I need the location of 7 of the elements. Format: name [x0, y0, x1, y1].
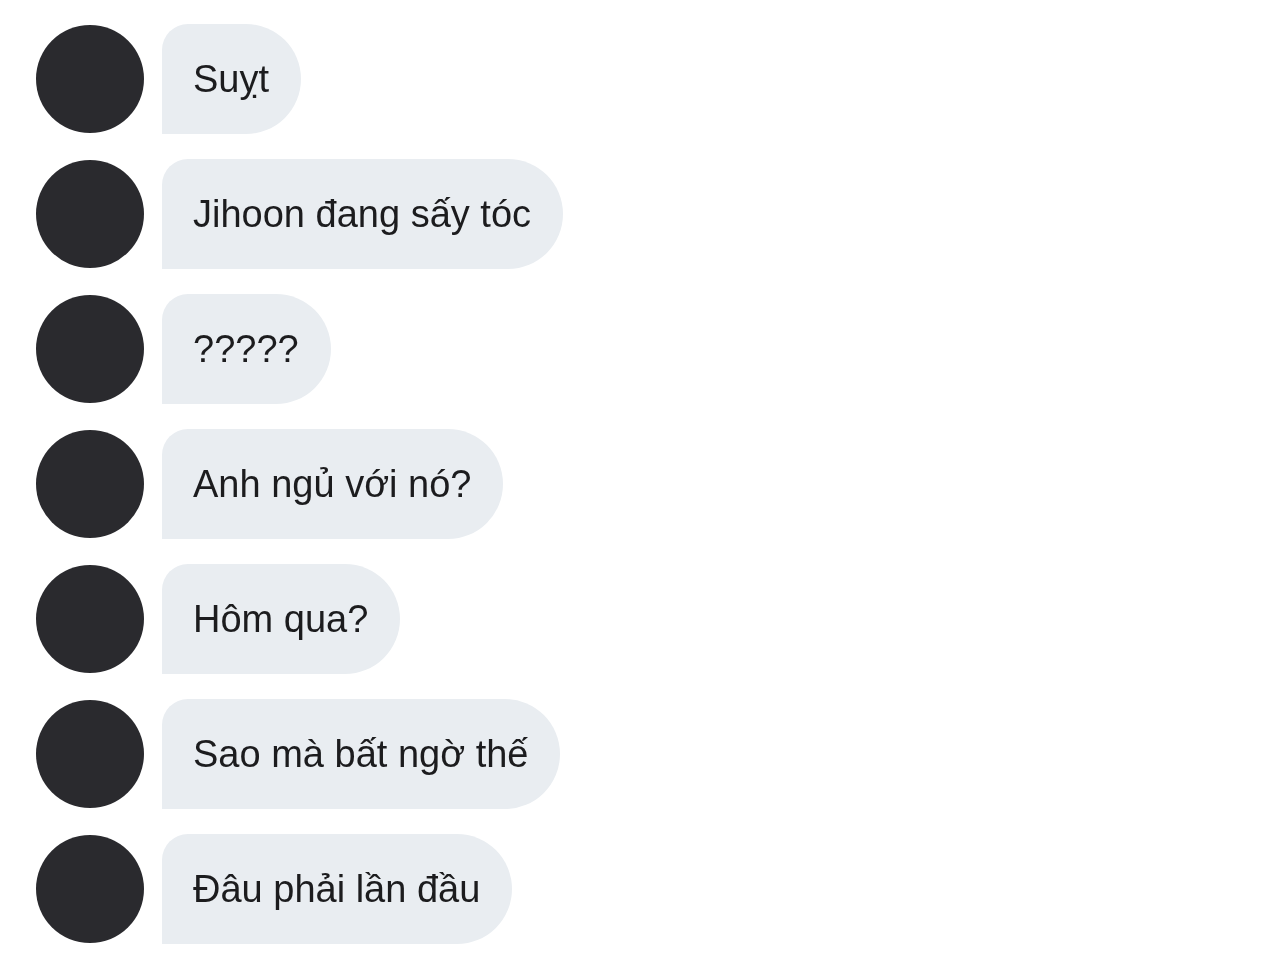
- message-bubble: Sao mà bất ngờ thế: [162, 699, 561, 809]
- message-bubble: Jihoon đang sấy tóc: [162, 159, 563, 269]
- message-bubble: Hôm qua?: [162, 564, 401, 674]
- message-bubble: ?????: [162, 294, 331, 404]
- message-bubble: Anh ngủ với nó?: [162, 429, 504, 539]
- message-bubble: Suỵt: [162, 24, 302, 134]
- message-bubble: Đâu phải lần đầu: [162, 834, 513, 944]
